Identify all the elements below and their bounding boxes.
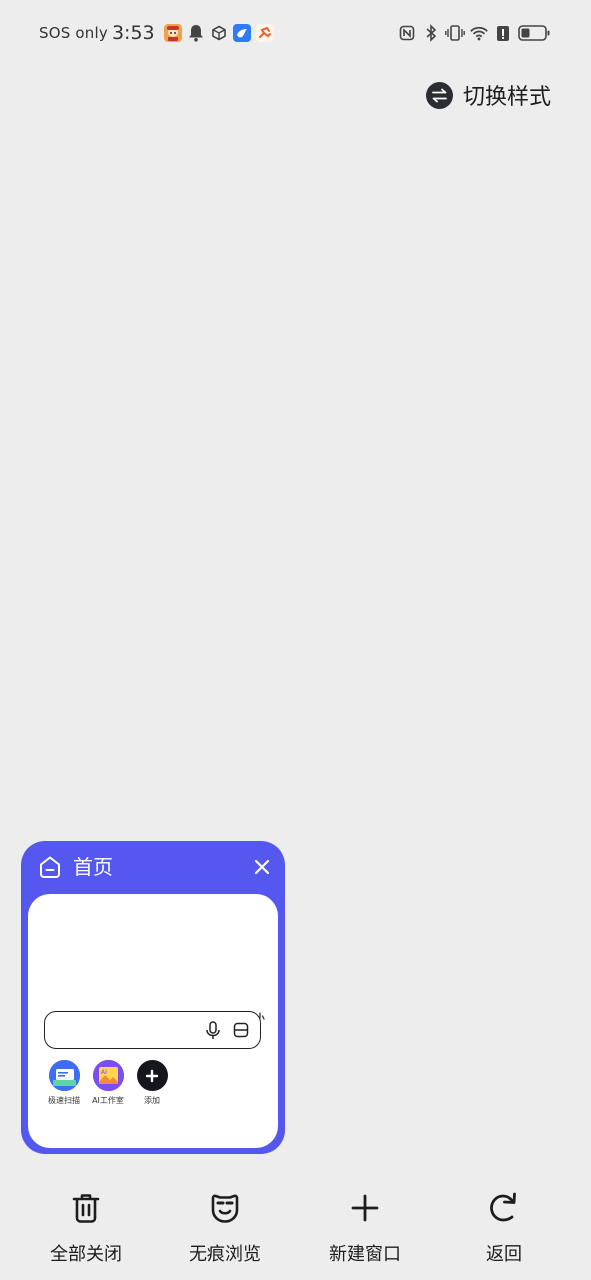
new-window-button[interactable]: 新建窗口 [300,1185,430,1266]
scan-doc-icon [48,1060,80,1091]
new-window-label: 新建窗口 [329,1244,401,1265]
shortcut-add[interactable]: 添加 [130,1060,174,1106]
nfc-icon [397,23,417,43]
back-arrow-icon [486,1190,522,1226]
bell-icon [186,23,206,43]
back-button[interactable]: 返回 [439,1185,569,1266]
carrier-text: SOS only [39,24,108,42]
close-icon[interactable] [251,856,273,878]
bluetooth-icon [421,23,441,43]
bottom-bar: 全部关闭 无痕浏览 新建窗口 返回 [0,1185,591,1275]
runner-app-icon [255,23,275,43]
svg-text:AI: AI [101,1069,107,1076]
tab-header: 首页 [21,841,285,894]
search-box[interactable] [44,1011,261,1049]
plus-icon [347,1190,383,1226]
shortcut-label: AI工作室 [92,1096,124,1105]
vibrate-icon [445,23,465,43]
incognito-label: 无痕浏览 [189,1244,261,1265]
status-bar: SOS only 3:53 [0,0,591,66]
back-label: 返回 [486,1244,522,1265]
shortcut-label: 添加 [144,1096,160,1105]
microphone-icon[interactable] [204,1021,222,1040]
close-all-button[interactable]: 全部关闭 [21,1185,151,1266]
battery-alert-icon [493,23,513,43]
cube-icon [209,23,229,43]
tab-card[interactable]: 首页 极速扫描 AI AI工作室 添加 [21,841,285,1154]
switch-style-label: 切换样式 [462,85,551,110]
tab-title: 首页 [73,855,113,879]
bird-app-icon [232,23,252,43]
scan-icon[interactable] [233,1022,249,1038]
tab-preview[interactable]: 极速扫描 AI AI工作室 添加 [28,894,278,1148]
incognito-icon [207,1190,243,1226]
shortcut-label: 极速扫描 [48,1096,80,1105]
shortcut-quick-scan[interactable]: 极速扫描 [42,1060,86,1106]
swap-icon [425,81,453,109]
shortcut-ai-studio[interactable]: AI AI工作室 [86,1060,130,1106]
clock-text: 3:53 [111,22,155,44]
shortcut-list: 极速扫描 AI AI工作室 添加 [42,1060,174,1106]
status-left: SOS only 3:53 [39,20,278,46]
incognito-button[interactable]: 无痕浏览 [160,1185,290,1266]
battery-icon [517,23,551,43]
app-avatar-icon [163,23,183,43]
switch-style-button[interactable]: 切换样式 [425,79,551,111]
close-all-label: 全部关闭 [50,1244,122,1265]
status-right [395,22,553,44]
wifi-icon [469,23,489,43]
add-icon [136,1060,168,1091]
trash-icon [68,1190,104,1226]
ai-studio-icon: AI [92,1060,124,1091]
home-icon [38,855,62,879]
